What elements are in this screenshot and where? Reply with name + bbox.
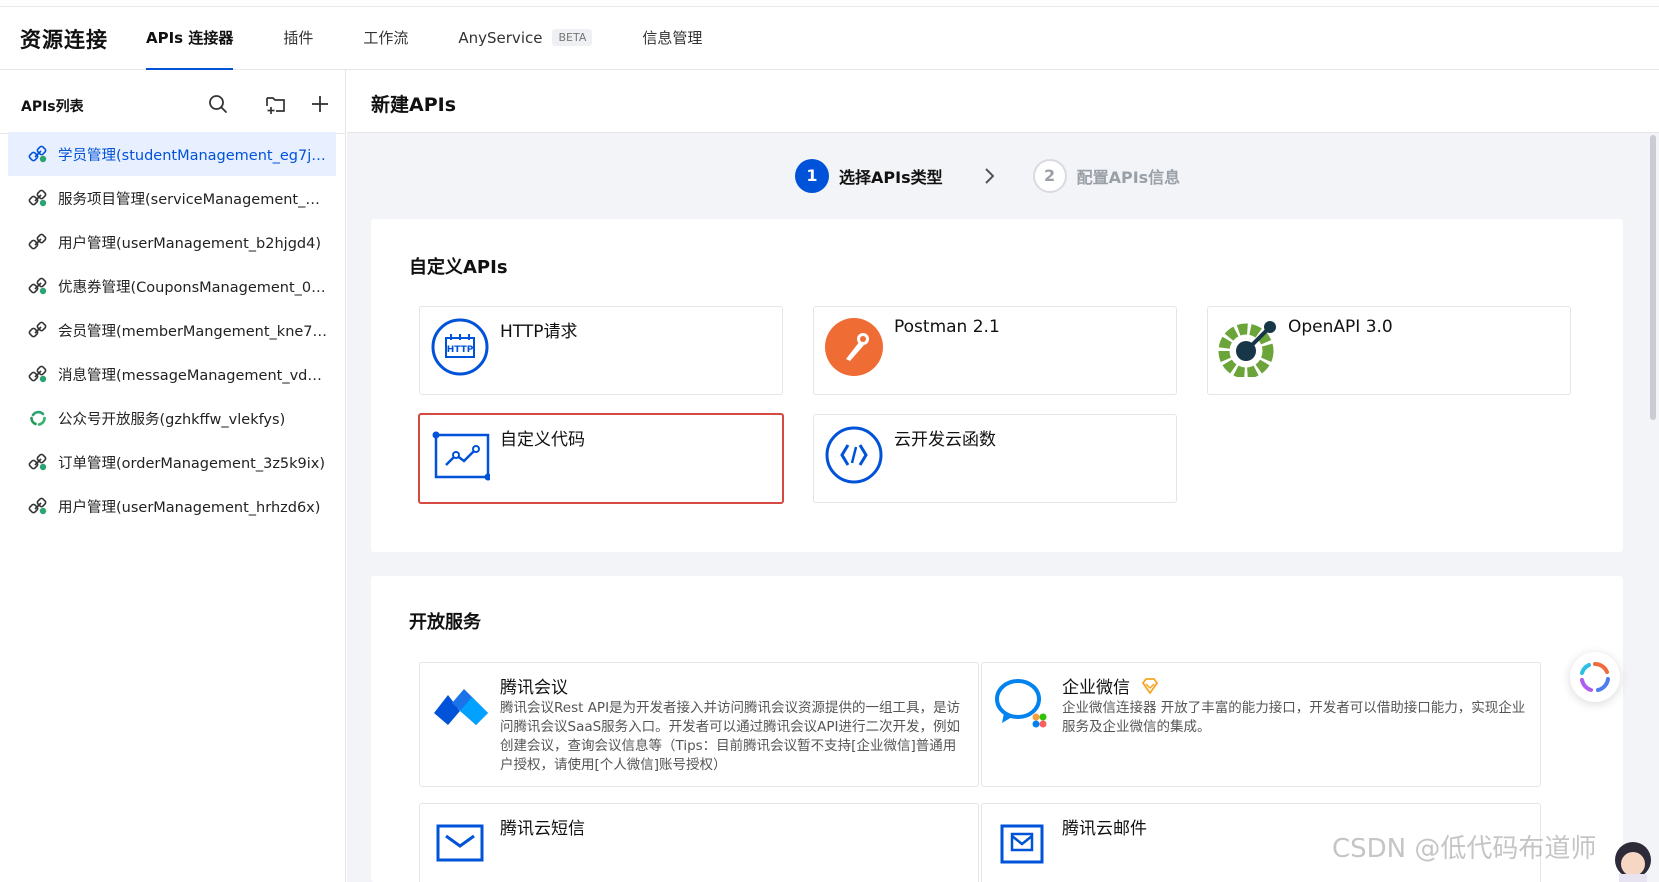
cloud-function-icon (825, 426, 883, 484)
tile-name: 云开发云函数 (894, 430, 996, 450)
list-item[interactable]: 优惠券管理(CouponsManagement_0dc... (8, 264, 336, 308)
list-item[interactable]: 用户管理(userManagement_hrhzd6x) (8, 484, 336, 528)
sms-icon (436, 824, 484, 862)
tile-name: Postman 2.1 (894, 317, 1000, 337)
tab-workflow[interactable]: 工作流 (363, 0, 408, 70)
section-title-custom: 自定义APIs (409, 257, 508, 278)
openapi-icon (1218, 321, 1276, 377)
section-title-open: 开放服务 (409, 612, 481, 633)
main-scrollbar[interactable] (1650, 135, 1656, 420)
tile-description: 腾讯会议Rest API是为开发者接入并访问腾讯会议资源提供的一组工具，是访问腾… (500, 700, 961, 773)
http-icon: HTTP (431, 318, 489, 376)
tile-name: 腾讯云短信 (500, 819, 585, 839)
list-item[interactable]: 用户管理(userManagement_b2hjgd4) (8, 220, 336, 264)
tile-description: 企业微信连接器 开放了丰富的能力接口，开发者可以借助接口能力，实现企业服务及企业… (1062, 700, 1526, 735)
list-item[interactable]: 学员管理(studentManagement_eg7jud1) (8, 132, 336, 176)
tile-postman[interactable]: Postman 2.1 (813, 306, 1177, 395)
main-panel: 新建APIs 1 选择APIs类型 2 配置APIs信息 自定义APIs HTT… (347, 70, 1659, 882)
list-item[interactable]: 消息管理(messageManagement_vd8qk... (8, 352, 336, 396)
list-item[interactable]: 公众号开放服务(gzhkffw_vlekfys) (8, 396, 336, 440)
tab-plugins[interactable]: 插件 (283, 0, 313, 70)
svg-text:HTTP: HTTP (447, 345, 474, 355)
tile-name-text: 企业微信 (1062, 678, 1130, 698)
tile-name: OpenAPI 3.0 (1288, 317, 1393, 337)
link-icon (28, 145, 47, 163)
nav-tabs: APIs 连接器 插件 工作流 AnyService BETA 信息管理 (146, 0, 752, 70)
recycle-icon (30, 410, 46, 426)
list-item-label: 优惠券管理(CouponsManagement_0dc... (58, 279, 330, 296)
wecom-icon (995, 679, 1047, 728)
step-2-label[interactable]: 配置APIs信息 (1077, 164, 1181, 188)
page-title: 新建APIs (371, 94, 457, 116)
sidebar-title: APIs列表 (21, 99, 84, 115)
avatar (1611, 840, 1655, 882)
tile-name: 腾讯会议 (500, 678, 568, 698)
list-item[interactable]: 服务项目管理(serviceManagement_wfs... (8, 176, 336, 220)
search-icon[interactable] (206, 92, 230, 116)
top-nav: 资源连接 APIs 连接器 插件 工作流 AnyService BETA 信息管理 (0, 0, 1659, 70)
list-item[interactable]: 订单管理(orderManagement_3z5k9ix) (8, 440, 336, 484)
tab-label: 插件 (283, 29, 314, 47)
step-2-number: 2 (1032, 159, 1067, 193)
tile-name: 企业微信 (1062, 673, 1159, 698)
tile-tencent-sms[interactable]: 腾讯云短信 (419, 803, 979, 882)
assistant-icon (1580, 662, 1610, 692)
tab-anyservice[interactable]: AnyService BETA (458, 0, 593, 70)
tile-cloud-function[interactable]: 云开发云函数 (813, 414, 1177, 503)
tab-label: 工作流 (363, 29, 409, 47)
new-folder-icon[interactable] (264, 92, 288, 116)
brand-title: 资源连接 (20, 28, 108, 52)
tile-name: HTTP请求 (500, 322, 578, 342)
sidebar: APIs列表 学员管理(studentManagement_eg7jud1) 服… (0, 70, 346, 882)
stepper: 1 选择APIs类型 2 配置APIs信息 (795, 156, 1180, 196)
main-header: 新建APIs (347, 70, 1659, 133)
sidebar-header: APIs列表 (0, 70, 345, 134)
tab-info-management[interactable]: 信息管理 (642, 0, 702, 70)
link-icon (28, 277, 47, 295)
add-icon[interactable] (308, 92, 332, 116)
tile-openapi[interactable]: OpenAPI 3.0 (1207, 306, 1571, 395)
avatar-icon (1615, 842, 1651, 882)
tencent-meeting-icon (434, 689, 488, 725)
step-1-number: 1 (795, 159, 829, 193)
postman-icon (825, 318, 883, 376)
list-item-label: 用户管理(userManagement_hrhzd6x) (58, 499, 321, 516)
link-icon (28, 233, 47, 250)
custom-apis-card: 自定义APIs HTTP HTTP请求 Postman 2.1 OpenAPI … (371, 219, 1623, 552)
list-item-label: 公众号开放服务(gzhkffw_vlekfys) (58, 411, 286, 428)
link-icon (28, 189, 47, 207)
tile-tencent-meeting[interactable]: 腾讯会议 腾讯会议Rest API是为开发者接入并访问腾讯会议资源提供的一组工具… (419, 662, 979, 787)
tile-custom-code[interactable]: 自定义代码 (418, 413, 784, 504)
tab-label: AnyService (458, 29, 543, 47)
tab-label: 信息管理 (642, 29, 703, 47)
list-item-label: 学员管理(studentManagement_eg7jud1) (58, 147, 330, 164)
tile-http-request[interactable]: HTTP HTTP请求 (419, 306, 783, 395)
watermark: CSDN @低代码布道师 (1332, 834, 1597, 864)
link-icon (28, 453, 47, 471)
tile-name: 自定义代码 (500, 430, 585, 450)
diamond-icon (1142, 678, 1159, 695)
list-item-label: 服务项目管理(serviceManagement_wfs... (58, 191, 330, 208)
tile-name: 腾讯云邮件 (1062, 819, 1147, 839)
tab-apis-connector[interactable]: APIs 连接器 (146, 0, 234, 70)
list-item-label: 会员管理(memberMangement_kne727r) (58, 323, 330, 340)
custom-code-icon (432, 431, 490, 481)
tile-wecom[interactable]: 企业微信 企业微信连接器 开放了丰富的能力接口，开发者可以借助接口能力，实现企业… (981, 662, 1541, 787)
list-item-label: 订单管理(orderManagement_3z5k9ix) (58, 455, 326, 472)
mail-icon (1000, 824, 1044, 864)
chevron-right-icon (984, 168, 995, 184)
tab-label: APIs 连接器 (146, 29, 234, 47)
step-1-label[interactable]: 选择APIs类型 (839, 164, 943, 188)
link-icon (28, 321, 47, 338)
beta-badge: BETA (552, 29, 593, 46)
link-icon (28, 497, 47, 515)
list-item-label: 用户管理(userManagement_b2hjgd4) (58, 235, 321, 252)
link-icon (28, 365, 47, 383)
assistant-float-button[interactable] (1570, 652, 1620, 702)
list-item[interactable]: 会员管理(memberMangement_kne727r) (8, 308, 336, 352)
list-item-label: 消息管理(messageManagement_vd8qk... (58, 367, 330, 384)
